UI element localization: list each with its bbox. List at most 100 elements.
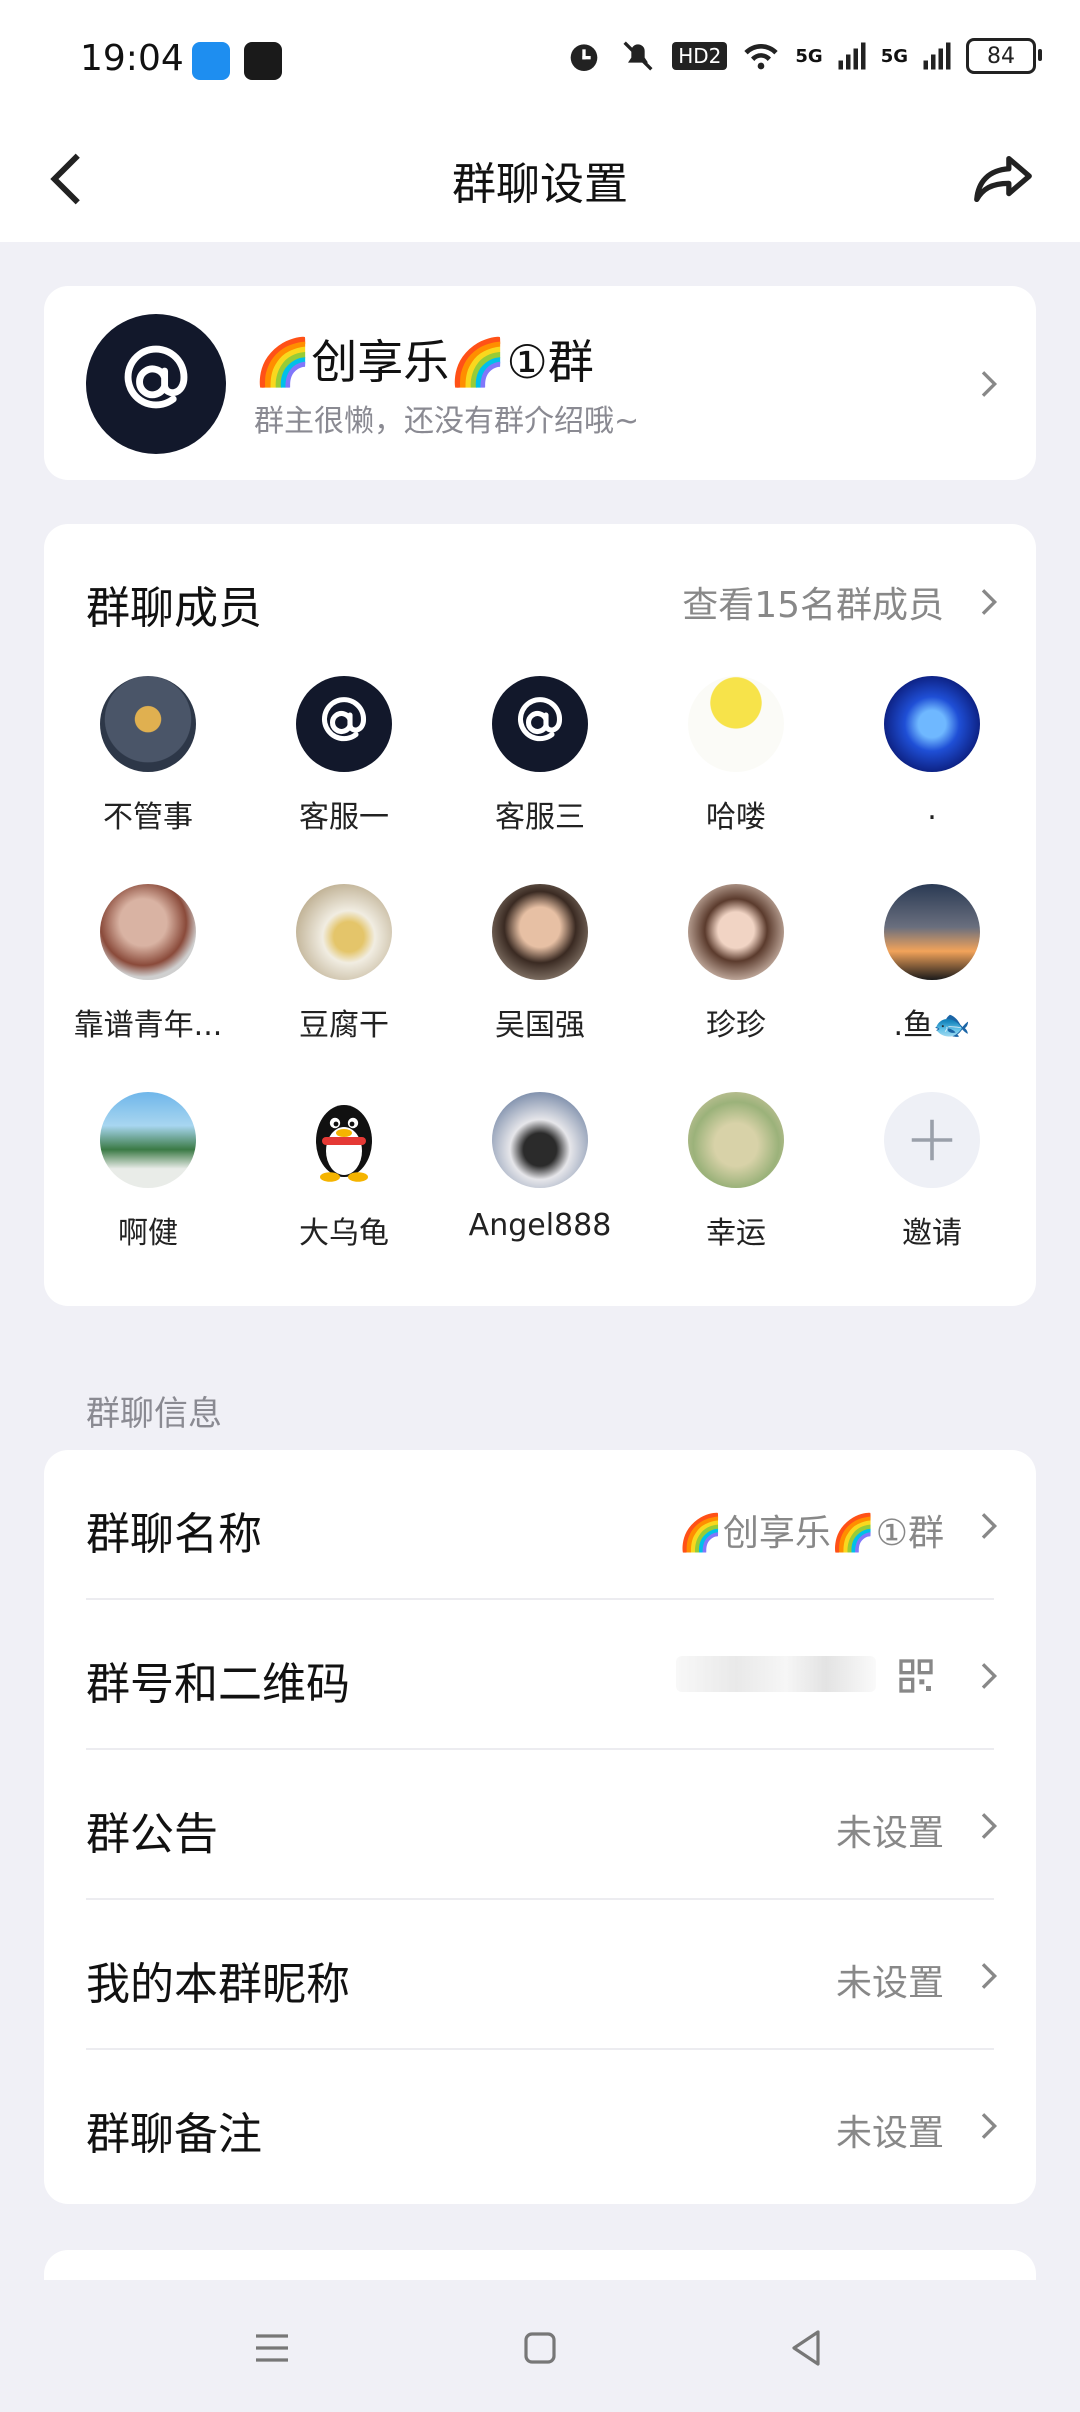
group-announcement-row[interactable]: 群公告 未设置 <box>44 1750 1036 1900</box>
members-title: 群聊成员 <box>86 583 262 634</box>
signal-icon <box>838 42 866 70</box>
member-name: 客服一 <box>299 800 389 835</box>
member-item[interactable]: 大乌龟 <box>246 1092 442 1252</box>
invite-circle[interactable] <box>884 1092 980 1188</box>
avatar <box>688 1092 784 1188</box>
battery-icon: 84 <box>966 38 1042 74</box>
group-avatar <box>86 314 226 454</box>
battery-level: 84 <box>987 43 1015 69</box>
member-item[interactable]: 靠谱青年... <box>50 884 246 1044</box>
member-item[interactable]: 客服三 <box>442 676 638 836</box>
member-item[interactable]: .鱼🐟 <box>834 884 1030 1044</box>
member-item[interactable]: 哈喽 <box>638 676 834 836</box>
invite-member-button[interactable]: 邀请 <box>834 1092 1030 1252</box>
member-name: .鱼🐟 <box>893 1008 971 1043</box>
row-label: 群聊名称 <box>86 1509 262 1560</box>
member-item[interactable]: 珍珍 <box>638 884 834 1044</box>
member-item[interactable]: Angel888 <box>442 1092 638 1252</box>
avatar <box>100 676 196 772</box>
group-description: 群主很懒，还没有群介绍哦~ <box>254 404 640 439</box>
chevron-right-icon[interactable] <box>968 582 1008 622</box>
member-name: 客服三 <box>495 800 585 835</box>
group-info-card: 群聊名称 🌈创享乐🌈①群 群号和二维码 群公告 未设置 我的本群昵称 未设置 群… <box>44 1450 1036 2204</box>
system-nav-bar <box>0 2280 1080 2412</box>
group-name-row[interactable]: 群聊名称 🌈创享乐🌈①群 <box>44 1450 1036 1600</box>
signal-icon-2 <box>923 42 951 70</box>
member-name: 珍珍 <box>706 1008 766 1043</box>
chevron-right-icon <box>981 1513 998 1539</box>
member-item[interactable]: 啊健 <box>50 1092 246 1252</box>
member-item[interactable]: 客服一 <box>246 676 442 836</box>
member-name: 大乌龟 <box>299 1216 389 1251</box>
member-name: . <box>927 792 937 827</box>
row-label: 群公告 <box>86 1809 218 1860</box>
chevron-right-icon <box>981 371 998 397</box>
member-name: 啊健 <box>118 1216 178 1251</box>
member-name: 幸运 <box>706 1216 766 1251</box>
back-nav-icon[interactable] <box>782 2324 830 2372</box>
row-value: 未设置 <box>835 1963 944 2004</box>
view-all-members-link[interactable]: 查看15名群成员 <box>682 576 944 628</box>
row-label: 群号和二维码 <box>86 1659 350 1710</box>
app-notification-icon <box>192 42 230 80</box>
invite-label: 邀请 <box>902 1216 962 1251</box>
member-name: Angel888 <box>468 1208 612 1243</box>
member-item[interactable]: 不管事 <box>50 676 246 836</box>
member-item[interactable]: . <box>834 676 1030 836</box>
menu-icon[interactable] <box>248 2324 296 2372</box>
status-time: 19:04 <box>80 38 184 79</box>
signal-5g-label-2: 5G <box>880 45 908 67</box>
group-id-qr-row[interactable]: 群号和二维码 <box>44 1600 1036 1750</box>
avatar <box>296 676 392 772</box>
row-value: 未设置 <box>835 1813 944 1854</box>
member-name: 吴国强 <box>495 1008 585 1043</box>
row-label: 我的本群昵称 <box>86 1959 350 2010</box>
member-item[interactable]: 吴国强 <box>442 884 638 1044</box>
plus-icon <box>911 1119 953 1161</box>
group-remark-row[interactable]: 群聊备注 未设置 <box>44 2050 1036 2200</box>
avatar <box>884 884 980 980</box>
chevron-right-icon <box>981 2113 998 2139</box>
chevron-right-icon <box>981 1663 998 1689</box>
row-value: 🌈创享乐🌈①群 <box>678 1513 944 1554</box>
avatar <box>688 884 784 980</box>
avatar <box>100 1092 196 1188</box>
avatar <box>688 676 784 772</box>
status-bar: 19:04 HD2 5G 5G 84 <box>0 0 1080 124</box>
group-info-section-label: 群聊信息 <box>86 1394 222 1434</box>
member-item[interactable]: 幸运 <box>638 1092 834 1252</box>
group-header-card[interactable]: 🌈创享乐🌈①群 群主很懒，还没有群介绍哦~ <box>44 286 1036 480</box>
chevron-right-icon <box>981 1963 998 1989</box>
share-icon[interactable] <box>968 144 1038 214</box>
mute-icon <box>623 41 653 71</box>
signal-5g-label: 5G <box>795 45 823 67</box>
avatar <box>100 884 196 980</box>
at-logo-icon <box>124 345 188 409</box>
members-grid: 不管事 客服一 客服三 哈喽 . 靠谱青年... 豆腐干 吴国强 珍珍 .鱼🐟 … <box>44 676 1036 1252</box>
group-name: 🌈创享乐🌈①群 <box>254 335 594 389</box>
member-name: 豆腐干 <box>299 1008 389 1043</box>
home-icon[interactable] <box>516 2324 564 2372</box>
avatar <box>884 676 980 772</box>
avatar <box>492 884 588 980</box>
members-card: 群聊成员 查看15名群成员 不管事 客服一 客服三 哈喽 . 靠谱青年... 豆… <box>44 524 1036 1306</box>
member-item[interactable]: 豆腐干 <box>246 884 442 1044</box>
row-label: 群聊备注 <box>86 2109 262 2160</box>
alarm-icon <box>570 44 598 71</box>
avatar <box>296 1092 392 1188</box>
member-name: 哈喽 <box>706 800 766 835</box>
my-group-nickname-row[interactable]: 我的本群昵称 未设置 <box>44 1900 1036 2050</box>
status-icons: HD2 5G 5G 84 <box>564 36 1042 76</box>
at-logo-icon <box>321 697 367 742</box>
row-value: 未设置 <box>835 2113 944 2154</box>
at-logo-icon <box>517 697 563 742</box>
blurred-group-id <box>676 1656 876 1692</box>
qr-code-icon <box>899 1659 933 1693</box>
member-name: 靠谱青年... <box>73 1008 223 1043</box>
avatar <box>296 884 392 980</box>
chevron-right-icon <box>981 1813 998 1839</box>
page-title: 群聊设置 <box>452 159 628 210</box>
avatar <box>492 1092 588 1188</box>
avatar <box>492 676 588 772</box>
app-notification-icon-2 <box>244 42 282 80</box>
